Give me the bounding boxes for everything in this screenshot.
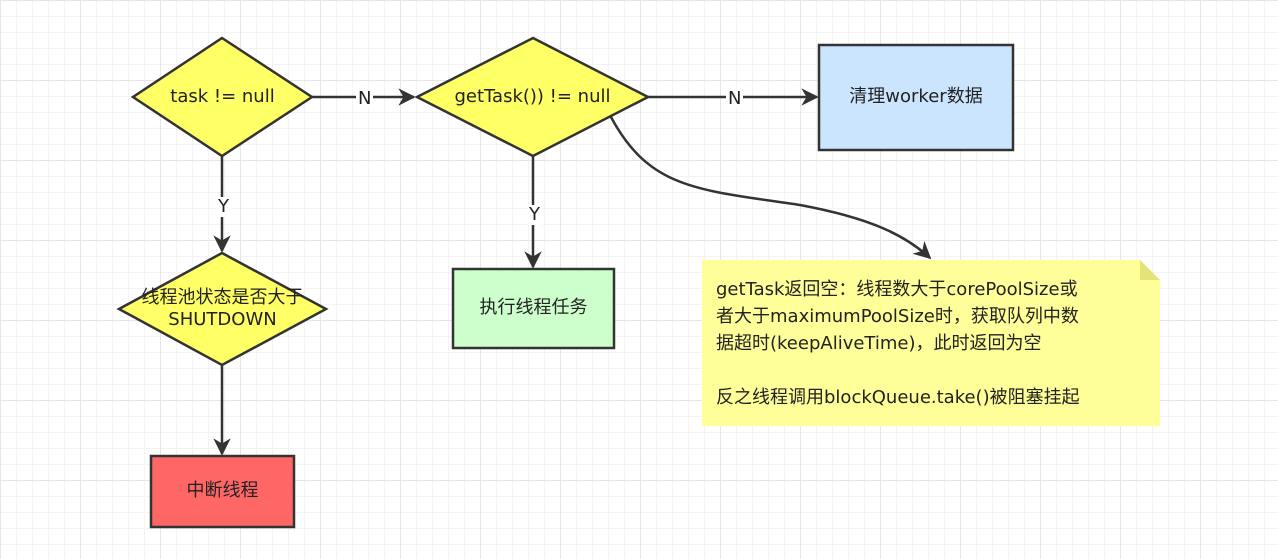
shutdown-check-diamond — [116, 251, 329, 367]
note-line-3: 据超时(keepAliveTime)，此时返回为空 — [716, 333, 1042, 354]
note-line-1: getTask返回空：线程数大于corePoolSize或 — [716, 279, 1078, 300]
cleanup-box — [817, 43, 1015, 152]
execute-task-box — [451, 267, 616, 350]
task-check-diamond — [130, 36, 315, 158]
edge-label-y-2: Y — [527, 204, 542, 225]
edge-label-y-1: Y — [216, 196, 231, 217]
edge-label-n-1: N — [356, 88, 374, 109]
note-line-2: 者大于maximumPoolSize时，获取队列中数 — [716, 306, 1079, 327]
note-line-4: 反之线程调用blockQueue.take()被阻塞挂起 — [716, 387, 1080, 408]
interrupt-box — [149, 454, 296, 529]
note-gap — [716, 357, 1146, 384]
edge-label-n-2: N — [726, 88, 744, 109]
gettask-check-diamond — [414, 36, 651, 158]
note-text: getTask返回空：线程数大于corePoolSize或 者大于maximum… — [716, 276, 1146, 411]
diagram-canvas: task != null getTask()) != null 清理worker… — [0, 0, 1278, 559]
